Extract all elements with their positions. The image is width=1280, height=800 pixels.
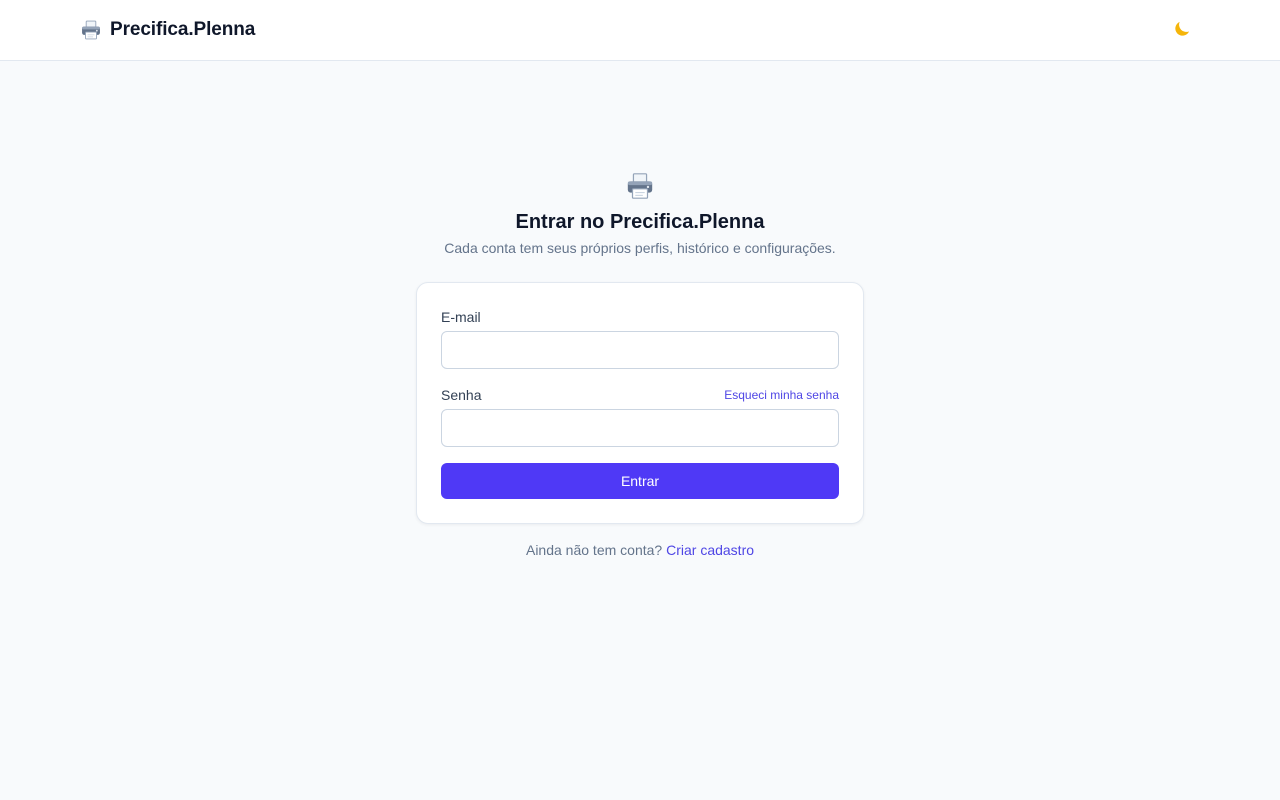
email-label: E-mail	[441, 309, 481, 325]
login-submit-button[interactable]: Entrar	[441, 463, 839, 499]
top-navigation-bar: Precifica.Plenna	[0, 0, 1280, 61]
login-card: E-mail Senha Esqueci minha senha Entrar	[416, 282, 864, 524]
brand-home-link[interactable]: Precifica.Plenna	[80, 17, 255, 43]
signup-row: Ainda não tem conta? Criar cadastro	[0, 542, 1280, 558]
page-subtitle: Cada conta tem seus próprios perfis, his…	[444, 240, 836, 256]
forgot-password-link[interactable]: Esqueci minha senha	[724, 388, 839, 402]
password-input[interactable]	[441, 409, 839, 447]
moon-icon	[1172, 19, 1192, 42]
signup-prompt: Ainda não tem conta?	[525, 542, 663, 558]
page-title: Entrar no Precifica.Plenna	[515, 211, 765, 233]
email-input[interactable]	[441, 331, 839, 369]
printer-icon	[80, 19, 102, 41]
brand-name: Precifica.Plenna	[110, 19, 256, 40]
password-label: Senha	[441, 387, 482, 403]
printer-icon	[625, 171, 655, 201]
create-account-link[interactable]: Criar cadastro	[666, 542, 754, 558]
theme-toggle-button[interactable]	[1168, 16, 1196, 44]
